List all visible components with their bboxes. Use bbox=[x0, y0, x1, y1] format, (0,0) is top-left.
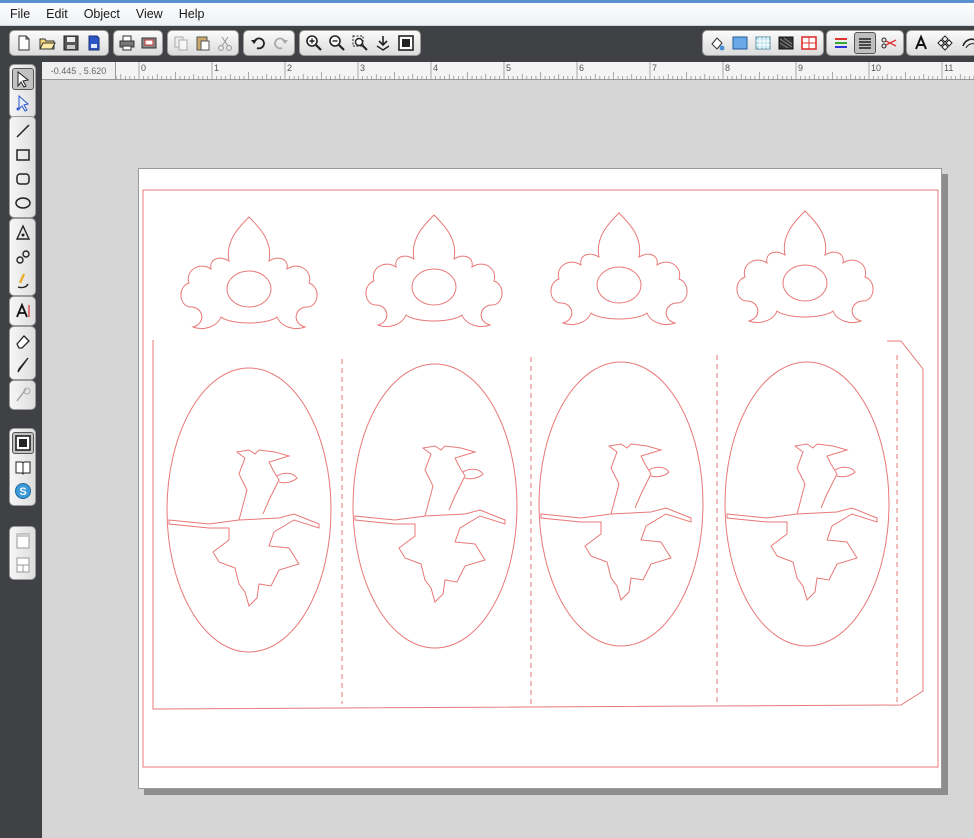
select-arrow-icon[interactable] bbox=[11, 68, 34, 90]
witch-panel-1[interactable] bbox=[167, 368, 331, 652]
horizontal-ruler: 0 1 2 3 4 5 6 7 8 9 10 11 bbox=[115, 62, 974, 80]
rounded-rectangle-tool-icon[interactable] bbox=[12, 168, 34, 190]
paste-icon[interactable] bbox=[193, 32, 213, 54]
print-icon[interactable] bbox=[117, 32, 137, 54]
ellipse-tool-icon[interactable] bbox=[12, 192, 34, 214]
pattern-panel-icon[interactable] bbox=[752, 32, 773, 54]
text-tool-icon[interactable] bbox=[12, 300, 34, 322]
line-tool-icon[interactable] bbox=[12, 120, 34, 142]
ruler-number: 8 bbox=[725, 63, 730, 73]
single-view-icon[interactable] bbox=[12, 530, 34, 552]
cut-settings-icon[interactable] bbox=[878, 32, 900, 54]
library-tool-group: S bbox=[9, 428, 36, 506]
ruler-number: 3 bbox=[360, 63, 365, 73]
new-document-icon[interactable] bbox=[13, 32, 35, 54]
history-tool-group bbox=[243, 30, 295, 56]
color-panel-icon[interactable] bbox=[729, 32, 750, 54]
cutting-mat-page[interactable] bbox=[138, 168, 942, 789]
font-icon[interactable] bbox=[910, 32, 932, 54]
crown-1 bbox=[180, 216, 318, 330]
transform-tool-group bbox=[906, 30, 974, 56]
ruler-number: 0 bbox=[141, 63, 146, 73]
svg-text:S: S bbox=[19, 486, 26, 498]
ruler-number: 6 bbox=[579, 63, 584, 73]
menu-bar: File Edit Object View Help bbox=[0, 3, 974, 26]
file-tool-group bbox=[9, 30, 109, 56]
shape-tool-group bbox=[9, 116, 36, 218]
witch-lantern-design[interactable] bbox=[139, 169, 943, 790]
ruler-number: 5 bbox=[506, 63, 511, 73]
fit-page-icon[interactable] bbox=[373, 32, 394, 54]
menu-object[interactable]: Object bbox=[74, 3, 126, 25]
trace-tool-icon[interactable] bbox=[12, 384, 34, 406]
line-tool-group bbox=[826, 30, 904, 56]
page-setup-icon[interactable] bbox=[854, 32, 876, 54]
ruler-number: 7 bbox=[652, 63, 657, 73]
crown-3 bbox=[550, 212, 688, 326]
redo-icon[interactable] bbox=[270, 32, 291, 54]
cursor-coordinates: -0.445 , 5.620 bbox=[42, 62, 116, 80]
ruler-number: 11 bbox=[944, 63, 953, 73]
save-icon[interactable] bbox=[60, 32, 82, 54]
rectangle-tool-icon[interactable] bbox=[12, 144, 34, 166]
open-folder-icon[interactable] bbox=[37, 32, 59, 54]
cut-mode-icon[interactable] bbox=[11, 432, 34, 454]
grid-panel-icon[interactable] bbox=[799, 32, 820, 54]
ruler-number: 9 bbox=[798, 63, 803, 73]
witch-panel-3[interactable] bbox=[539, 362, 703, 646]
texture-panel-icon[interactable] bbox=[776, 32, 797, 54]
menu-help[interactable]: Help bbox=[169, 3, 211, 25]
ruler-number: 10 bbox=[871, 63, 881, 73]
workspace-canvas[interactable] bbox=[42, 80, 974, 838]
ruler-ticks: 0 1 2 3 4 5 6 7 8 9 10 11 bbox=[115, 62, 974, 80]
crown-4 bbox=[736, 210, 874, 324]
eraser-tool-icon[interactable] bbox=[12, 330, 34, 352]
online-store-icon[interactable]: S bbox=[12, 480, 34, 502]
ruler-number: 1 bbox=[214, 63, 219, 73]
line-panel-icon[interactable] bbox=[830, 32, 852, 54]
trace-tool-group bbox=[9, 380, 36, 410]
left-toolbar: S bbox=[0, 62, 42, 838]
menu-file[interactable]: File bbox=[0, 3, 36, 25]
panel-tool-group bbox=[702, 30, 824, 56]
edit-tool-group bbox=[9, 326, 36, 380]
zoom-in-icon[interactable] bbox=[303, 32, 324, 54]
zoom-to-page-icon[interactable] bbox=[396, 32, 417, 54]
fill-panel-icon[interactable] bbox=[706, 32, 727, 54]
ruler-number: 4 bbox=[433, 63, 438, 73]
library-icon[interactable] bbox=[12, 456, 34, 478]
zoom-tool-group bbox=[299, 30, 421, 56]
polygon-tool-icon[interactable] bbox=[12, 222, 34, 244]
selection-tool-group bbox=[9, 64, 36, 118]
menu-edit[interactable]: Edit bbox=[36, 3, 74, 25]
clipboard-tool-group bbox=[167, 30, 239, 56]
edit-points-icon[interactable] bbox=[12, 92, 34, 114]
zoom-out-icon[interactable] bbox=[326, 32, 347, 54]
copy-icon[interactable] bbox=[171, 32, 191, 54]
crown-2 bbox=[365, 214, 503, 328]
lantern-outline[interactable] bbox=[152, 340, 924, 710]
ruler-number: 2 bbox=[287, 63, 292, 73]
replicate-icon[interactable] bbox=[934, 32, 956, 54]
curve-tool-icon[interactable] bbox=[12, 246, 34, 268]
save-to-sd-icon[interactable] bbox=[84, 32, 106, 54]
output-tool-group bbox=[113, 30, 163, 56]
cut-icon[interactable] bbox=[215, 32, 235, 54]
view-mode-group bbox=[9, 526, 36, 580]
undo-icon[interactable] bbox=[247, 32, 268, 54]
witch-panel-4[interactable] bbox=[725, 362, 889, 646]
witch-panel-2[interactable] bbox=[353, 364, 517, 648]
offset-icon[interactable] bbox=[958, 32, 974, 54]
zoom-selection-icon[interactable] bbox=[349, 32, 370, 54]
freehand-tool-icon[interactable] bbox=[12, 270, 34, 292]
text-tool-group bbox=[9, 296, 36, 326]
drawing-tool-group bbox=[9, 218, 36, 296]
split-view-icon[interactable] bbox=[12, 554, 34, 576]
knife-tool-icon[interactable] bbox=[12, 354, 34, 376]
menu-view[interactable]: View bbox=[126, 3, 169, 25]
send-to-cutter-icon[interactable] bbox=[139, 32, 159, 54]
top-toolbar bbox=[0, 26, 974, 62]
